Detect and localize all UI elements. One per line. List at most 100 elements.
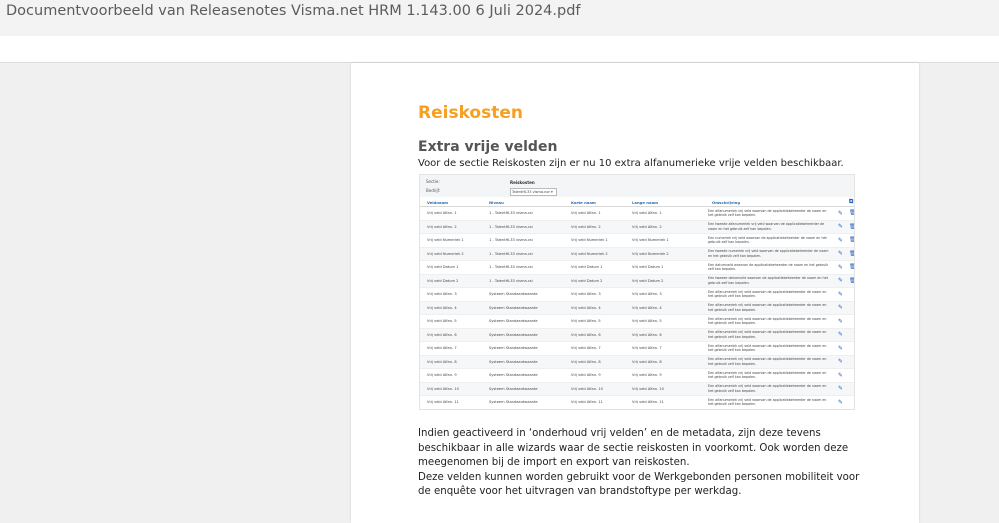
cell-kort: Vrij veld Datum 2 bbox=[564, 274, 625, 288]
cell-veld: Vrij veld Numeriek 1 bbox=[420, 233, 482, 248]
cell-niveau: 1 - TalentHL33 visma.csi bbox=[482, 220, 564, 234]
pencil-icon[interactable]: ✎ bbox=[831, 260, 842, 275]
column-header[interactable]: Veldnaam bbox=[420, 198, 482, 207]
pencil-icon[interactable]: ✎ bbox=[831, 328, 842, 342]
cell-kort: Vrij veld Alfan. 4 bbox=[564, 301, 625, 315]
pencil-icon[interactable]: ✎ bbox=[831, 395, 842, 409]
pencil-icon[interactable]: ✎ bbox=[831, 382, 842, 396]
cell-niveau: Systeem Standaardwaarde bbox=[482, 368, 564, 383]
pencil-icon[interactable]: ✎ bbox=[831, 368, 842, 383]
table-row[interactable]: Vrij veld Alfan. 11 Systeem Standaardwaar… bbox=[420, 395, 854, 409]
intro-text: Voor de sectie Reiskosten zijn er nu 10 … bbox=[418, 158, 844, 169]
table-row[interactable]: Vrij veld Alfan. 7 Systeem Standaardwaard… bbox=[420, 341, 854, 356]
pencil-icon[interactable]: ✎ bbox=[831, 301, 842, 315]
trash-icon[interactable]: 🗑 bbox=[842, 206, 854, 221]
cell-veld: Vrij veld Alfan. 4 bbox=[420, 301, 482, 315]
pencil-icon[interactable]: ✎ bbox=[831, 341, 842, 356]
column-header[interactable]: Korte naam bbox=[564, 198, 625, 207]
pencil-icon[interactable]: ✎ bbox=[831, 274, 842, 288]
cell-lang: Vrij veld Alfan. 11 bbox=[625, 395, 705, 409]
cell-veld: Vrij veld Alfan. 9 bbox=[420, 368, 482, 383]
cell-kort: Vrij veld Alfan. 11 bbox=[564, 395, 625, 409]
cell-desc: Een alfanumeriek vrij veld waarvan de ap… bbox=[705, 206, 831, 221]
table-row[interactable]: Vrij veld Alfan. 8 Systeem Standaardwaard… bbox=[420, 355, 854, 369]
column-header[interactable]: Omschrijving bbox=[705, 198, 831, 207]
cell-kort: Vrij veld Alfan. 2 bbox=[564, 220, 625, 234]
cell-desc: Een alfanumeriek vrij veld waarvan de ap… bbox=[705, 328, 831, 342]
cell-veld: Vrij veld Alfan. 10 bbox=[420, 382, 482, 396]
table-row[interactable]: Vrij veld Alfan. 12Systeem Standaardwaar… bbox=[420, 409, 854, 410]
section-heading: Reiskosten bbox=[418, 103, 523, 123]
cell-desc: Een tweede datumveld waarvan de applicat… bbox=[705, 274, 831, 288]
cell-lang: Vrij veld Datum 2 bbox=[625, 274, 705, 288]
pencil-icon[interactable]: ✎ bbox=[831, 233, 842, 248]
cell-lang: Vrij veld Alfan. 8 bbox=[625, 355, 705, 369]
pencil-icon[interactable]: ✎ bbox=[831, 220, 842, 234]
table-row[interactable]: Vrij veld Alfan. 9 Systeem Standaardwaard… bbox=[420, 368, 854, 383]
cell-kort: Vrij veld Alfan. 6 bbox=[564, 328, 625, 342]
cell-lang: Vrij veld Alfan. 2 bbox=[625, 220, 705, 234]
paragraph-1: Indien geactiveerd in ‘onderhoud vrij ve… bbox=[418, 428, 849, 468]
filter-label-sectie: Sectie: bbox=[426, 179, 440, 184]
cell-kort: Vrij veld Alfan. 5 bbox=[564, 314, 625, 329]
trash-icon[interactable]: 🗑 bbox=[842, 260, 854, 275]
cell-veld: Vrij veld Alfan. 6 bbox=[420, 328, 482, 342]
pencil-icon[interactable]: ✎ bbox=[831, 206, 842, 221]
cell-veld: Vrij veld Alfan. 7 bbox=[420, 341, 482, 356]
cell-niveau: 1 - TalentHL33 visma.csi bbox=[482, 274, 564, 288]
table-row[interactable]: Vrij veld Datum 11 - TalentHL33 visma.cs… bbox=[420, 260, 854, 275]
trash-icon[interactable]: 🗑 bbox=[842, 247, 854, 261]
empty-cell bbox=[842, 395, 854, 409]
empty-cell bbox=[842, 341, 854, 356]
filter-title: Reiskosten bbox=[510, 180, 535, 185]
cell-niveau: 1 - TalentHL33 visma.csi bbox=[482, 260, 564, 275]
copy-icon[interactable]: ⧉ bbox=[842, 198, 854, 207]
pencil-icon[interactable]: ✎ bbox=[831, 314, 842, 329]
empty-cell bbox=[842, 355, 854, 369]
cell-niveau: Systeem Standaardwaarde bbox=[482, 287, 564, 302]
cell-desc: Een alfanumeriek vrij veld waarvan de ap… bbox=[705, 314, 831, 329]
pencil-icon[interactable]: ✎ bbox=[831, 287, 842, 302]
column-header[interactable]: Niveau bbox=[482, 198, 564, 207]
table-row[interactable]: Vrij veld Alfan. 4 Systeem Standaardwaard… bbox=[420, 301, 854, 315]
trash-icon[interactable]: 🗑 bbox=[842, 274, 854, 288]
cell-desc: Een alfanumeriek vrij veld waarvan de ap… bbox=[705, 409, 831, 410]
empty-cell bbox=[842, 409, 854, 410]
cell-kort: Vrij veld Alfan. 3 bbox=[564, 287, 625, 302]
cell-desc: Een alfanumeriek vrij veld waarvan de ap… bbox=[705, 395, 831, 409]
viewer-toolbar bbox=[0, 36, 999, 63]
table-row[interactable]: Vrij veld Numeriek 11 - TalentHL33 visma… bbox=[420, 233, 854, 248]
cell-kort: Vrij veld Alfan. 7 bbox=[564, 341, 625, 356]
cell-veld: Vrij veld Alfan. 12 bbox=[420, 409, 482, 410]
cell-lang: Vrij veld Alfan. 6 bbox=[625, 328, 705, 342]
empty-cell bbox=[842, 314, 854, 329]
cell-desc: Een tweede alfanumeriek vrij veld waarva… bbox=[705, 220, 831, 234]
column-header[interactable]: Lange naam bbox=[625, 198, 705, 207]
cell-veld: Vrij veld Datum 2 bbox=[420, 274, 482, 288]
pencil-icon[interactable]: ✎ bbox=[831, 355, 842, 369]
table-row[interactable]: Vrij veld Alfan. 10 Systeem Standaardwaar… bbox=[420, 382, 854, 396]
table-row[interactable]: Vrij veld Numeriek 21 - TalentHL33 visma… bbox=[420, 247, 854, 261]
table-row[interactable]: Vrij veld Alfan. 11 - TalentHL33 visma.c… bbox=[420, 206, 854, 221]
pencil-icon[interactable]: ✎ bbox=[831, 409, 842, 410]
cell-lang: Vrij veld Alfan. 7 bbox=[625, 341, 705, 356]
window-title: Documentvoorbeeld van Releasenotes Visma… bbox=[6, 3, 581, 19]
pdf-page: Reiskosten Extra vrije velden Voor de se… bbox=[351, 63, 919, 523]
table-row[interactable]: Vrij veld Alfan. 5 Systeem Standaardwaard… bbox=[420, 314, 854, 329]
cell-desc: Een datumveld waarvan de applicatiebehee… bbox=[705, 260, 831, 275]
table-row[interactable]: Vrij veld Alfan. 3 Systeem Standaardwaard… bbox=[420, 287, 854, 302]
cell-desc: Een numeriek vrij veld waarvan de applic… bbox=[705, 233, 831, 248]
table-row[interactable]: Vrij veld Datum 21 - TalentHL33 visma.cs… bbox=[420, 274, 854, 288]
cell-kort: Vrij veld Alfan. 1 bbox=[564, 206, 625, 221]
table-row[interactable]: Vrij veld Alfan. 21 - TalentHL33 visma.c… bbox=[420, 220, 854, 234]
cell-veld: Vrij veld Alfan. 3 bbox=[420, 287, 482, 302]
cell-kort: Vrij veld Numeriek 1 bbox=[564, 233, 625, 248]
cell-kort: Vrij veld Numeriek 2 bbox=[564, 247, 625, 261]
pencil-icon[interactable]: ✎ bbox=[831, 247, 842, 261]
cell-veld: Vrij veld Alfan. 5 bbox=[420, 314, 482, 329]
cell-niveau: 1 - TalentHL33 visma.csi bbox=[482, 247, 564, 261]
trash-icon[interactable]: 🗑 bbox=[842, 233, 854, 248]
trash-icon[interactable]: 🗑 bbox=[842, 220, 854, 234]
subsection-heading: Extra vrije velden bbox=[418, 139, 558, 155]
table-row[interactable]: Vrij veld Alfan. 6 Systeem Standaardwaard… bbox=[420, 328, 854, 342]
